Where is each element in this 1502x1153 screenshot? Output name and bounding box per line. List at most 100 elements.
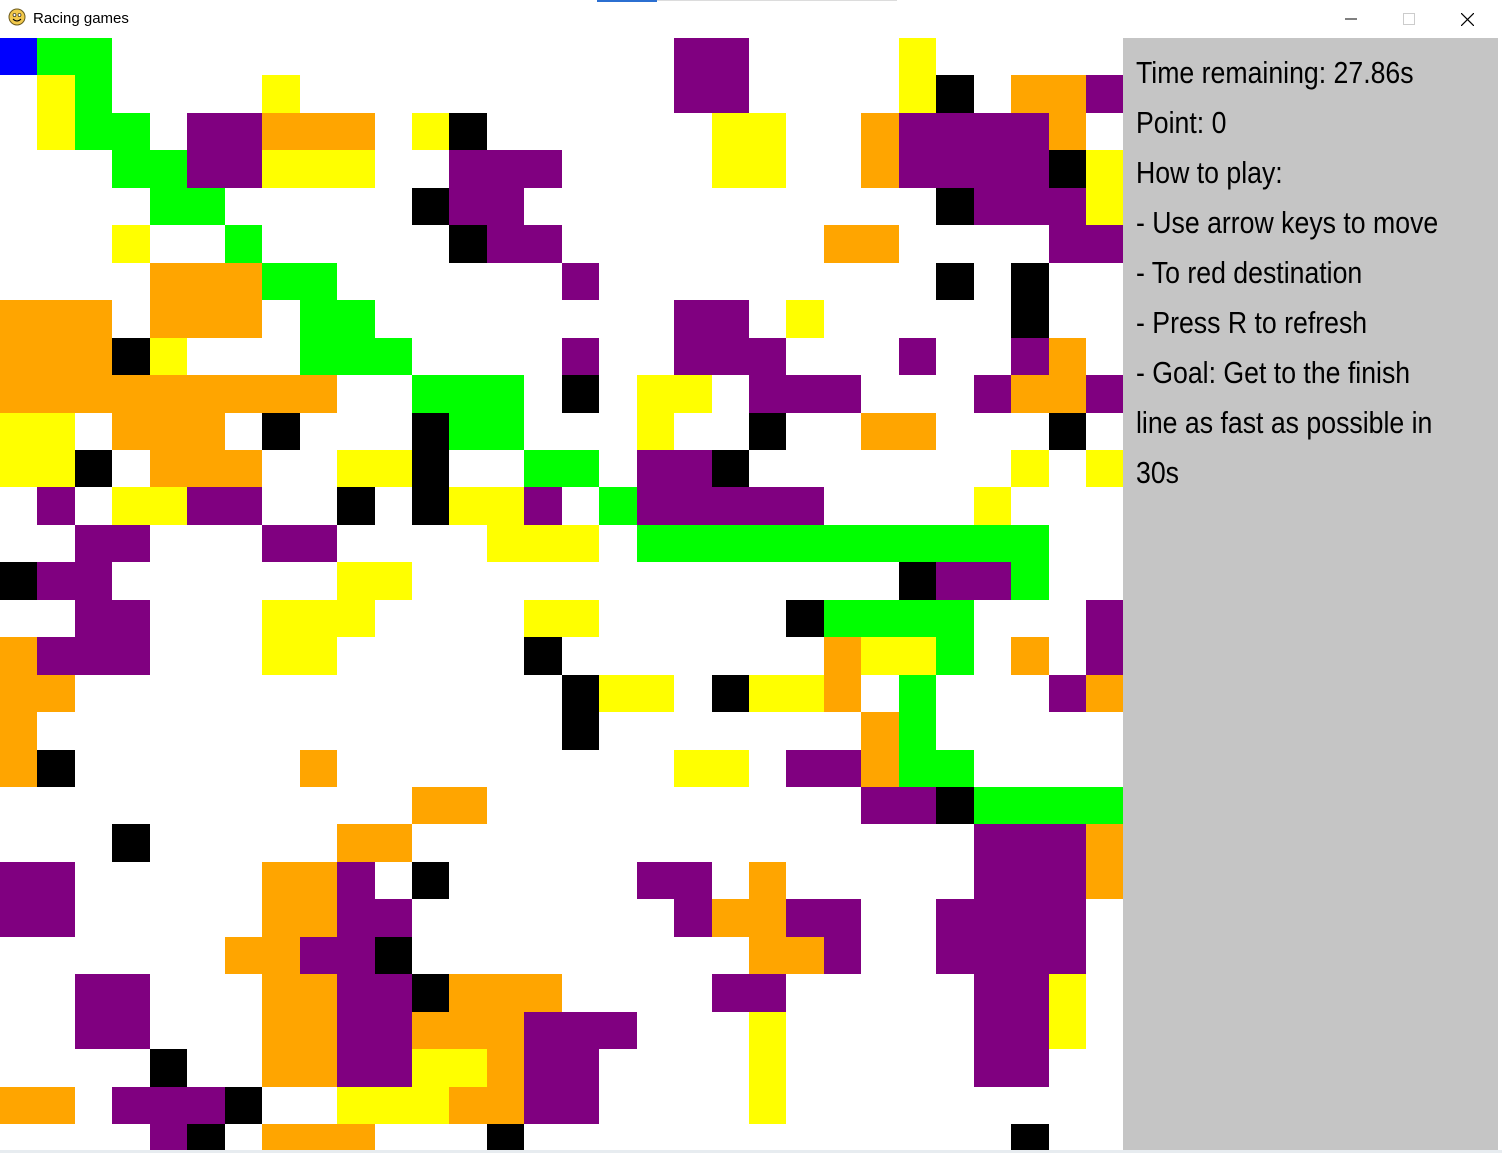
orange-block (300, 375, 337, 413)
purple-block (974, 937, 1011, 974)
purple-block (375, 1049, 412, 1087)
yellow-block (712, 150, 749, 188)
path-cell (1049, 787, 1086, 824)
wall-cell (1011, 1124, 1049, 1150)
orange-block (786, 937, 824, 974)
rule-goal-line-1: - Goal: Get to the finish (1136, 355, 1411, 390)
wall-cell (749, 413, 786, 450)
orange-block (0, 1087, 37, 1124)
purple-block (712, 338, 749, 375)
orange-block (187, 300, 225, 338)
orange-block (524, 974, 562, 1012)
orange-block (37, 375, 75, 413)
orange-block (487, 1087, 524, 1124)
purple-block (1049, 225, 1086, 263)
yellow-block (375, 450, 412, 487)
orange-block (1086, 675, 1123, 712)
yellow-block (749, 1087, 786, 1124)
wall-cell (225, 1087, 262, 1124)
python-game-icon (8, 8, 26, 26)
yellow-block (412, 1087, 449, 1124)
orange-block (375, 824, 412, 862)
orange-block (824, 225, 861, 263)
orange-block (749, 862, 786, 899)
purple-block (749, 338, 786, 375)
path-cell (637, 525, 674, 562)
yellow-block (262, 150, 300, 188)
yellow-block (674, 750, 712, 787)
wall-cell (412, 450, 449, 487)
yellow-block (861, 637, 899, 675)
purple-block (375, 1012, 412, 1049)
purple-block (37, 899, 75, 937)
purple-block (1086, 75, 1123, 113)
orange-block (861, 712, 899, 750)
orange-block (1011, 375, 1049, 413)
orange-block (861, 150, 899, 188)
orange-block (1086, 862, 1123, 899)
info-panel: Time remaining: 27.86s Point: 0 How to p… (1123, 38, 1498, 1150)
path-cell (487, 375, 524, 413)
path-cell (861, 600, 899, 637)
purple-block (936, 899, 974, 937)
purple-block (112, 974, 150, 1012)
purple-block (861, 787, 899, 824)
purple-block (974, 150, 1011, 188)
yellow-block (1086, 450, 1123, 487)
yellow-block (599, 675, 637, 712)
path-cell (1011, 562, 1049, 600)
orange-block (449, 1087, 487, 1124)
orange-block (0, 675, 37, 712)
purple-block (674, 899, 712, 937)
purple-block (487, 188, 524, 225)
close-button[interactable] (1438, 0, 1496, 38)
purple-block (936, 150, 974, 188)
purple-block (37, 487, 75, 525)
purple-block (712, 487, 749, 525)
wall-cell (449, 225, 487, 263)
yellow-block (300, 150, 337, 188)
path-cell (225, 225, 262, 263)
purple-block (1011, 899, 1049, 937)
minimize-button[interactable] (1322, 0, 1380, 38)
purple-block (0, 862, 37, 899)
yellow-block (974, 487, 1011, 525)
path-cell (899, 675, 936, 712)
orange-block (0, 637, 37, 675)
yellow-block (524, 600, 562, 637)
orange-block (75, 338, 112, 375)
orange-block (487, 1049, 524, 1087)
path-cell (112, 150, 150, 188)
purple-block (674, 450, 712, 487)
maximize-button[interactable] (1380, 0, 1438, 38)
orange-block (1049, 338, 1086, 375)
purple-block (786, 375, 824, 413)
path-cell (1011, 787, 1049, 824)
purple-block (1086, 225, 1123, 263)
purple-block (974, 1012, 1011, 1049)
purple-block (262, 525, 300, 562)
orange-block (749, 937, 786, 974)
purple-block (637, 862, 674, 899)
wall-cell (562, 712, 599, 750)
purple-block (974, 188, 1011, 225)
purple-block (449, 188, 487, 225)
yellow-block (749, 675, 786, 712)
wall-cell (375, 937, 412, 974)
wall-cell (786, 600, 824, 637)
title-bar[interactable]: Racing games (0, 0, 1502, 38)
orange-block (1049, 113, 1086, 150)
purple-block (974, 974, 1011, 1012)
purple-block (786, 899, 824, 937)
purple-block (487, 150, 524, 188)
purple-block (187, 1087, 225, 1124)
yellow-block (337, 600, 375, 637)
path-cell (1011, 525, 1049, 562)
purple-block (37, 862, 75, 899)
path-cell (262, 263, 300, 300)
rule-goal-line-2: line as fast as possible in (1136, 405, 1433, 440)
orange-block (37, 338, 75, 375)
rule-goal-line-3: 30s (1136, 455, 1179, 490)
yellow-block (749, 150, 786, 188)
game-board[interactable] (0, 38, 1123, 1150)
